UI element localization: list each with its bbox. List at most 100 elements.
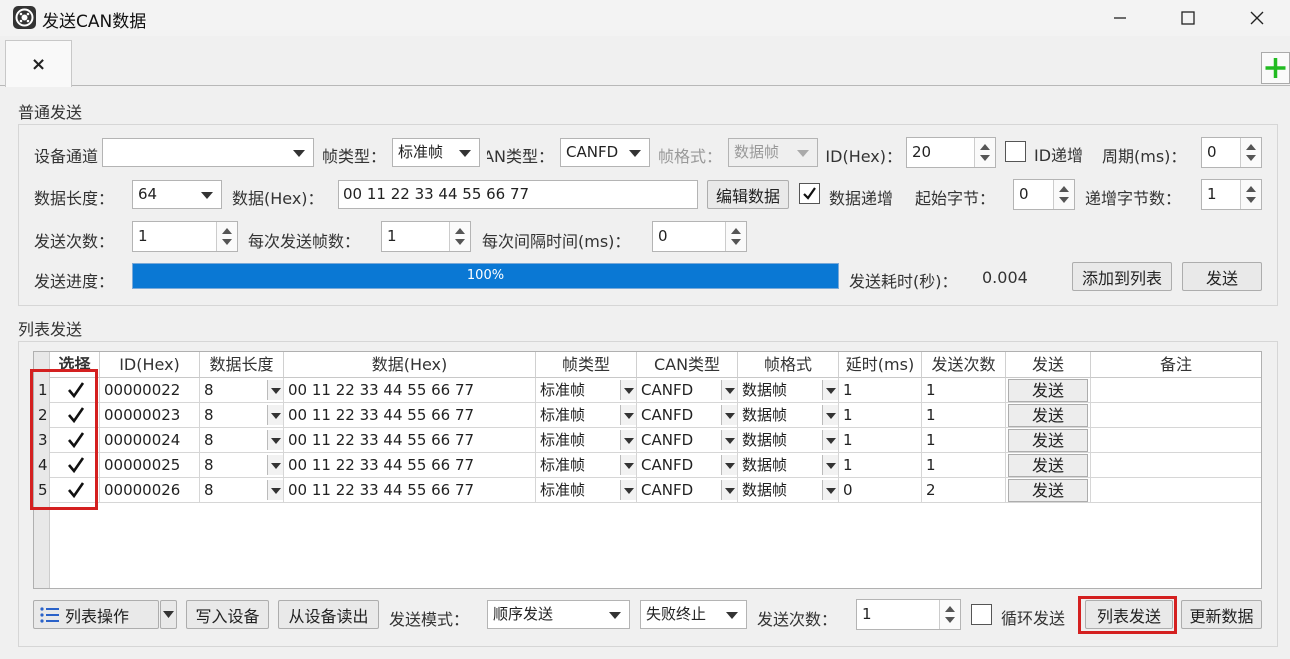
column-header[interactable]: ID(Hex) (100, 352, 200, 378)
row-len-cell[interactable]: 8 (200, 403, 284, 428)
row-len-cell[interactable]: 8 (200, 453, 284, 478)
row-delay-cell[interactable]: 1 (839, 453, 922, 478)
frames-per-send-spin-buttons[interactable] (449, 222, 470, 251)
row-frame-type-cell[interactable]: 标准帧 (536, 478, 637, 503)
period-spinbox[interactable]: 0 (1201, 137, 1262, 168)
send-count-spinbox[interactable]: 1 (132, 221, 238, 252)
column-header[interactable]: 数据(Hex) (284, 352, 536, 378)
interval-spin-buttons[interactable] (725, 222, 746, 251)
row-frame-format-cell[interactable]: 数据帧 (738, 478, 839, 503)
row-id-cell[interactable]: 00000026 (100, 478, 200, 503)
cell-dropdown-arrow[interactable] (721, 480, 737, 500)
row-frame-format-cell[interactable]: 数据帧 (738, 403, 839, 428)
list-operations-button[interactable]: 列表操作 (33, 600, 159, 629)
fail-mode-select[interactable]: 失败终止 (640, 600, 747, 629)
device-channel-select[interactable] (102, 138, 314, 167)
row-count-cell[interactable]: 2 (922, 478, 1006, 503)
row-data-cell[interactable]: 00 11 22 33 44 55 66 77 (284, 478, 536, 503)
cell-dropdown-arrow[interactable] (267, 480, 283, 500)
row-data-cell[interactable]: 00 11 22 33 44 55 66 77 (284, 403, 536, 428)
period-spin-buttons[interactable] (1240, 138, 1261, 167)
row-note-cell[interactable] (1091, 378, 1261, 403)
increment-bytes-spin-buttons[interactable] (1240, 180, 1261, 209)
add-to-list-button[interactable]: 添加到列表 (1072, 262, 1172, 291)
update-data-button[interactable]: 更新数据 (1181, 600, 1262, 629)
edit-data-button[interactable]: 编辑数据 (707, 180, 789, 209)
row-delay-cell[interactable]: 1 (839, 403, 922, 428)
data-hex-input[interactable]: 00 11 22 33 44 55 66 77 (338, 180, 698, 209)
row-count-cell[interactable]: 1 (922, 453, 1006, 478)
row-frame-format-cell[interactable]: 数据帧 (738, 428, 839, 453)
cell-dropdown-arrow[interactable] (822, 480, 838, 500)
frames-per-send-spinbox[interactable]: 1 (381, 221, 471, 252)
cell-dropdown-arrow[interactable] (267, 405, 283, 425)
row-send-button[interactable]: 发送 (1008, 454, 1088, 477)
start-byte-spinbox[interactable]: 0 (1013, 179, 1075, 210)
data-length-select[interactable]: 64 (132, 180, 222, 209)
column-header[interactable]: 发送 (1006, 352, 1091, 378)
cell-dropdown-arrow[interactable] (267, 430, 283, 450)
loop-send-checkbox[interactable] (971, 604, 992, 625)
row-send-button[interactable]: 发送 (1008, 379, 1088, 402)
column-header[interactable]: 发送次数 (922, 352, 1006, 378)
row-note-cell[interactable] (1091, 453, 1261, 478)
column-header[interactable]: CAN类型 (637, 352, 738, 378)
can-type-select[interactable]: CANFD (560, 138, 650, 167)
list-operations-dropdown[interactable] (160, 600, 177, 629)
data-increment-checkbox[interactable] (799, 183, 820, 204)
write-device-button[interactable]: 写入设备 (186, 600, 269, 629)
row-count-cell[interactable]: 1 (922, 378, 1006, 403)
cell-dropdown-arrow[interactable] (267, 455, 283, 475)
frame-format-select[interactable]: 数据帧 (728, 138, 818, 167)
row-count-cell[interactable]: 1 (922, 403, 1006, 428)
row-frame-type-cell[interactable]: 标准帧 (536, 453, 637, 478)
row-can-type-cell[interactable]: CANFD (637, 403, 738, 428)
cell-dropdown-arrow[interactable] (822, 405, 838, 425)
cell-dropdown-arrow[interactable] (721, 380, 737, 400)
list-send-count-spinbox[interactable]: 1 (856, 599, 961, 630)
row-delay-cell[interactable]: 0 (839, 478, 922, 503)
cell-dropdown-arrow[interactable] (822, 380, 838, 400)
maximize-button[interactable] (1153, 0, 1223, 36)
row-can-type-cell[interactable]: CANFD (637, 378, 738, 403)
cell-dropdown-arrow[interactable] (620, 455, 636, 475)
row-delay-cell[interactable]: 1 (839, 428, 922, 453)
row-note-cell[interactable] (1091, 403, 1261, 428)
row-frame-type-cell[interactable]: 标准帧 (536, 403, 637, 428)
cell-dropdown-arrow[interactable] (620, 430, 636, 450)
row-send-button[interactable]: 发送 (1008, 404, 1088, 427)
row-count-cell[interactable]: 1 (922, 428, 1006, 453)
add-tab-button[interactable] (1261, 52, 1290, 84)
cell-dropdown-arrow[interactable] (620, 480, 636, 500)
row-id-cell[interactable]: 00000024 (100, 428, 200, 453)
row-len-cell[interactable]: 8 (200, 378, 284, 403)
row-delay-cell[interactable]: 1 (839, 378, 922, 403)
row-can-type-cell[interactable]: CANFD (637, 453, 738, 478)
column-header[interactable]: 数据长度 (200, 352, 284, 378)
minimize-button[interactable] (1085, 0, 1155, 36)
id-spin-buttons[interactable] (974, 138, 995, 167)
column-header[interactable]: 帧格式 (738, 352, 839, 378)
frame-type-select[interactable]: 标准帧 (392, 138, 480, 167)
row-data-cell[interactable]: 00 11 22 33 44 55 66 77 (284, 453, 536, 478)
id-increment-checkbox[interactable] (1005, 141, 1026, 162)
start-byte-spin-buttons[interactable] (1053, 180, 1074, 209)
column-header[interactable]: 帧类型 (536, 352, 637, 378)
cell-dropdown-arrow[interactable] (267, 380, 283, 400)
row-send-button[interactable]: 发送 (1008, 479, 1088, 502)
cell-dropdown-arrow[interactable] (822, 430, 838, 450)
interval-spinbox[interactable]: 0 (652, 221, 747, 252)
row-send-button[interactable]: 发送 (1008, 429, 1088, 452)
row-can-type-cell[interactable]: CANFD (637, 428, 738, 453)
cell-dropdown-arrow[interactable] (721, 455, 737, 475)
cell-dropdown-arrow[interactable] (822, 455, 838, 475)
row-frame-type-cell[interactable]: 标准帧 (536, 428, 637, 453)
row-id-cell[interactable]: 00000022 (100, 378, 200, 403)
row-len-cell[interactable]: 8 (200, 428, 284, 453)
list-send-count-spin-buttons[interactable] (939, 600, 960, 629)
cell-dropdown-arrow[interactable] (721, 405, 737, 425)
row-len-cell[interactable]: 8 (200, 478, 284, 503)
row-data-cell[interactable]: 00 11 22 33 44 55 66 77 (284, 428, 536, 453)
close-button[interactable] (1222, 0, 1290, 36)
cell-dropdown-arrow[interactable] (721, 430, 737, 450)
